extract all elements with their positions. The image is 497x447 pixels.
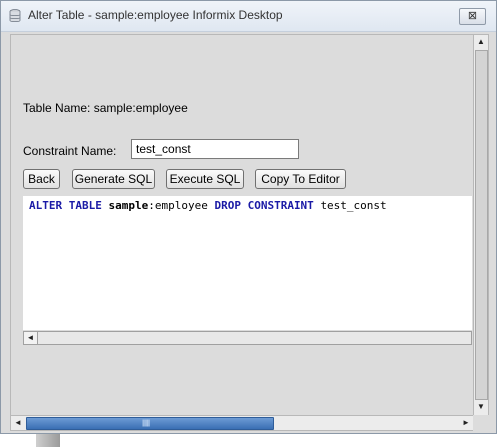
resize-corner[interactable]	[473, 415, 489, 431]
scroll-right-arrow-icon[interactable]: ►	[459, 416, 473, 430]
window-vertical-scrollbar[interactable]: ▲ ▼	[473, 34, 489, 416]
horizontal-scroll-thumb[interactable]: |||||||||	[26, 417, 274, 430]
title-bar[interactable]: Alter Table - sample:employee Informix D…	[1, 1, 496, 32]
back-button[interactable]: Back	[23, 169, 60, 189]
database-icon	[9, 9, 21, 23]
sql-horizontal-scrollbar[interactable]: ◄	[23, 331, 472, 345]
vertical-scroll-thumb[interactable]	[475, 50, 488, 400]
window-title: Alter Table - sample:employee Informix D…	[28, 8, 283, 22]
scroll-left-arrow-icon[interactable]: ◄	[24, 332, 38, 344]
sql-separator: :	[148, 199, 155, 212]
sql-text-area[interactable]: ALTER TABLE sample:employee DROP CONSTRA…	[23, 196, 472, 330]
close-icon: ⊠	[467, 10, 478, 22]
scroll-grip-icon: |||||||||	[142, 420, 150, 427]
constraint-name-input[interactable]: test_const	[131, 139, 299, 159]
scroll-up-arrow-icon[interactable]: ▲	[474, 35, 488, 49]
table-name-label: Table Name: sample:employee	[23, 101, 188, 115]
sql-constraint-name: test_const	[320, 199, 387, 212]
sql-table-name: employee	[154, 199, 208, 212]
copy-to-editor-button[interactable]: Copy To Editor	[255, 169, 346, 189]
close-button[interactable]: ⊠	[459, 8, 486, 25]
window-horizontal-scrollbar[interactable]: ◄ ||||||||| ►	[10, 415, 475, 431]
sql-database-name: sample	[108, 199, 149, 212]
generate-sql-button[interactable]: Generate SQL	[72, 169, 155, 189]
sql-statement: ALTER TABLE sample:employee DROP CONSTRA…	[29, 199, 387, 212]
sql-keyword-alter-table: ALTER TABLE	[29, 199, 102, 212]
scroll-left-arrow-icon[interactable]: ◄	[11, 416, 25, 430]
constraint-name-label: Constraint Name:	[23, 144, 117, 158]
taskbar-fragment	[36, 434, 60, 447]
execute-sql-button[interactable]: Execute SQL	[166, 169, 244, 189]
alter-table-window: Alter Table - sample:employee Informix D…	[0, 0, 497, 434]
sql-keyword-drop-constraint: DROP CONSTRAINT	[214, 199, 314, 212]
scroll-down-arrow-icon[interactable]: ▼	[474, 400, 488, 414]
